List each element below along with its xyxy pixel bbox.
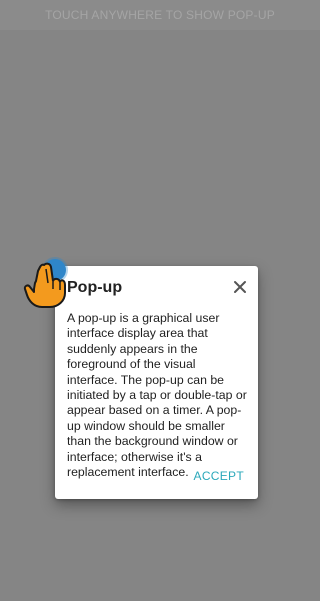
- close-icon: [234, 281, 246, 293]
- dialog-title: Pop-up: [67, 279, 123, 296]
- touch-hint-text: TOUCH ANYWHERE TO SHOW POP-UP: [45, 8, 275, 22]
- touch-hint-bar: TOUCH ANYWHERE TO SHOW POP-UP: [0, 0, 320, 30]
- popup-dialog: Pop-up A pop-up is a graphical user inte…: [55, 266, 258, 499]
- accept-button[interactable]: ACCEPT: [194, 469, 244, 483]
- pointing-hand-icon: [22, 259, 68, 309]
- close-button[interactable]: [231, 278, 249, 296]
- dialog-body-text: A pop-up is a graphical user interface d…: [67, 311, 247, 480]
